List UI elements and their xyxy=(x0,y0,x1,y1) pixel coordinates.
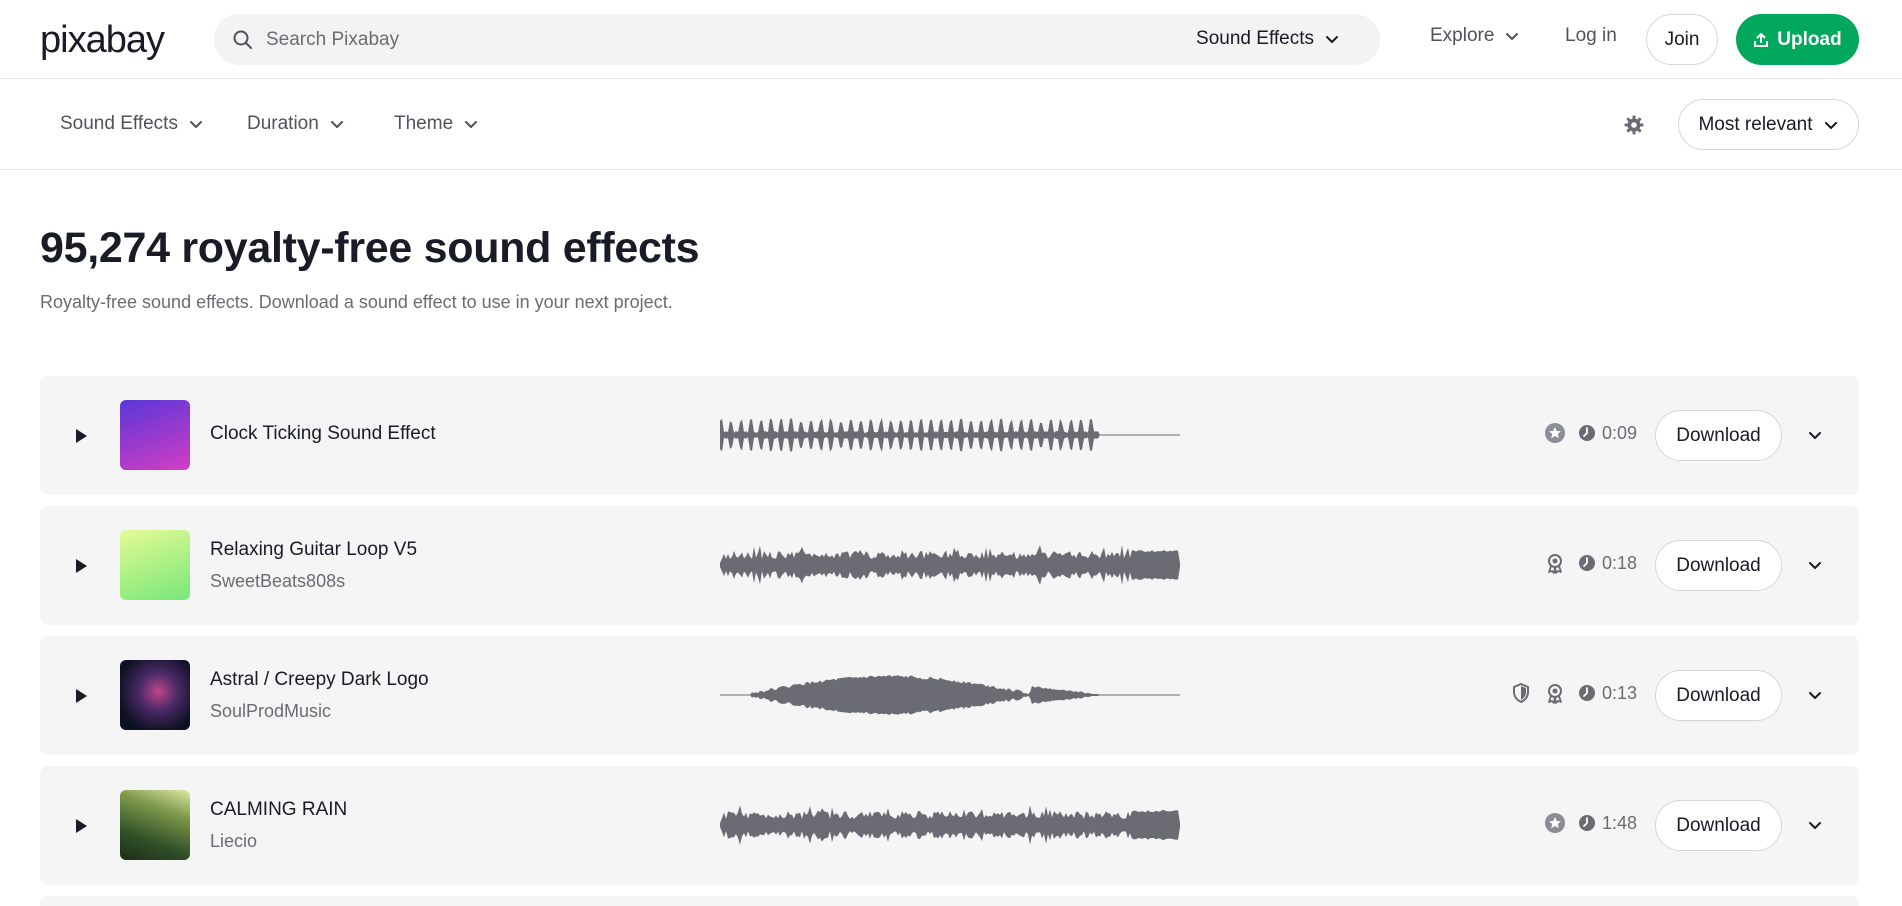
track-meta: 0:18 xyxy=(1544,552,1637,574)
track-waveform[interactable] xyxy=(720,535,1180,595)
star-badge-icon xyxy=(1544,813,1565,833)
track-meta: 0:09 xyxy=(1544,422,1637,444)
track-title[interactable]: Clock Ticking Sound Effect xyxy=(210,423,436,445)
play-icon[interactable] xyxy=(74,687,88,705)
chevron-down-icon xyxy=(1506,33,1519,40)
track-waveform[interactable] xyxy=(720,665,1180,725)
award-icon xyxy=(1547,554,1562,574)
track-waveform[interactable] xyxy=(720,795,1180,855)
track-thumbnail[interactable] xyxy=(120,530,190,600)
sort-label: Most relevant xyxy=(1698,113,1813,135)
track-row xyxy=(40,896,1859,906)
download-button[interactable]: Download xyxy=(1655,540,1782,591)
search-input[interactable]: Search Pixabay xyxy=(266,29,399,51)
track-duration: 0:13 xyxy=(1578,683,1637,704)
track-title[interactable]: Astral / Creepy Dark Logo xyxy=(210,669,429,691)
download-button[interactable]: Download xyxy=(1655,800,1782,851)
chevron-down-icon xyxy=(1326,36,1338,43)
duration-value: 0:13 xyxy=(1601,682,1637,703)
track-row: CALMING RAIN Liecio 1:48 Download xyxy=(40,766,1859,885)
search-category-label: Sound Effects xyxy=(1196,28,1314,49)
track-meta: 1:48 xyxy=(1544,812,1637,834)
page-title: 95,274 royalty-free sound effects xyxy=(40,224,700,272)
join-button[interactable]: Join xyxy=(1646,14,1718,65)
track-row: Clock Ticking Sound Effect 0:09 Download xyxy=(40,376,1859,495)
filter-label: Sound Effects xyxy=(60,113,178,134)
track-duration: 0:09 xyxy=(1578,423,1637,444)
svg-text:pixabay: pixabay xyxy=(40,22,165,61)
chevron-down-icon[interactable] xyxy=(1807,557,1823,573)
track-row: Relaxing Guitar Loop V5 SweetBeats808s 0… xyxy=(40,506,1859,625)
upload-button[interactable]: Upload xyxy=(1736,14,1859,65)
page-subtitle: Royalty-free sound effects. Download a s… xyxy=(40,292,673,312)
duration-value: 1:48 xyxy=(1601,812,1637,833)
track-thumbnail[interactable] xyxy=(120,660,190,730)
play-icon[interactable] xyxy=(74,817,88,835)
filter-theme[interactable]: Theme xyxy=(394,113,479,135)
upload-icon xyxy=(1754,32,1769,47)
explore-menu[interactable]: Explore xyxy=(1430,25,1520,47)
download-button[interactable]: Download xyxy=(1655,670,1782,721)
filter-bar: Sound Effects Duration Theme Most releva… xyxy=(0,80,1902,170)
chevron-down-icon[interactable] xyxy=(1807,427,1823,443)
track-duration: 0:18 xyxy=(1578,553,1637,574)
duration-value: 0:18 xyxy=(1601,552,1637,573)
shield-icon xyxy=(1512,682,1529,704)
chevron-down-icon xyxy=(1824,121,1837,129)
sort-dropdown[interactable]: Most relevant xyxy=(1678,99,1859,150)
explore-label: Explore xyxy=(1430,25,1495,46)
filter-label: Duration xyxy=(247,113,319,134)
chevron-down-icon xyxy=(465,121,478,128)
search-category-dropdown[interactable]: Sound Effects xyxy=(1196,28,1340,50)
duration-value: 0:09 xyxy=(1601,422,1637,443)
chevron-down-icon xyxy=(189,121,202,128)
track-author[interactable]: SweetBeats808s xyxy=(210,571,345,592)
filter-label: Theme xyxy=(394,113,454,134)
filter-duration[interactable]: Duration xyxy=(247,113,345,135)
track-author[interactable]: SoulProdMusic xyxy=(210,701,331,722)
chevron-down-icon[interactable] xyxy=(1807,817,1823,833)
chevron-down-icon xyxy=(330,121,343,128)
site-header: pixabay Search Pixabay Sound Effects Exp… xyxy=(0,0,1902,79)
clock-icon xyxy=(1578,685,1595,701)
clock-icon xyxy=(1578,555,1595,571)
chevron-down-icon[interactable] xyxy=(1807,687,1823,703)
track-title[interactable]: CALMING RAIN xyxy=(210,799,347,821)
search-bar[interactable]: Search Pixabay Sound Effects xyxy=(214,14,1380,65)
clock-icon xyxy=(1578,425,1595,441)
filter-sound-effects[interactable]: Sound Effects xyxy=(60,113,204,135)
pixabay-logo[interactable]: pixabay xyxy=(40,18,188,62)
track-title[interactable]: Relaxing Guitar Loop V5 xyxy=(210,539,417,561)
play-icon[interactable] xyxy=(74,557,88,575)
star-badge-icon xyxy=(1544,423,1565,443)
track-meta: 0:13 xyxy=(1510,682,1637,704)
settings-gear-icon[interactable] xyxy=(1623,114,1645,136)
track-thumbnail[interactable] xyxy=(120,400,190,470)
track-waveform[interactable] xyxy=(720,405,1180,465)
clock-icon xyxy=(1578,815,1595,831)
track-duration: 1:48 xyxy=(1578,813,1637,834)
upload-label: Upload xyxy=(1777,28,1842,50)
award-icon xyxy=(1547,684,1562,704)
track-author[interactable]: Liecio xyxy=(210,831,257,852)
login-link[interactable]: Log in xyxy=(1565,25,1617,47)
search-icon xyxy=(233,30,252,49)
track-thumbnail[interactable] xyxy=(120,790,190,860)
play-icon[interactable] xyxy=(74,427,88,445)
download-button[interactable]: Download xyxy=(1655,410,1782,461)
track-row: Astral / Creepy Dark Logo SoulProdMusic … xyxy=(40,636,1859,755)
